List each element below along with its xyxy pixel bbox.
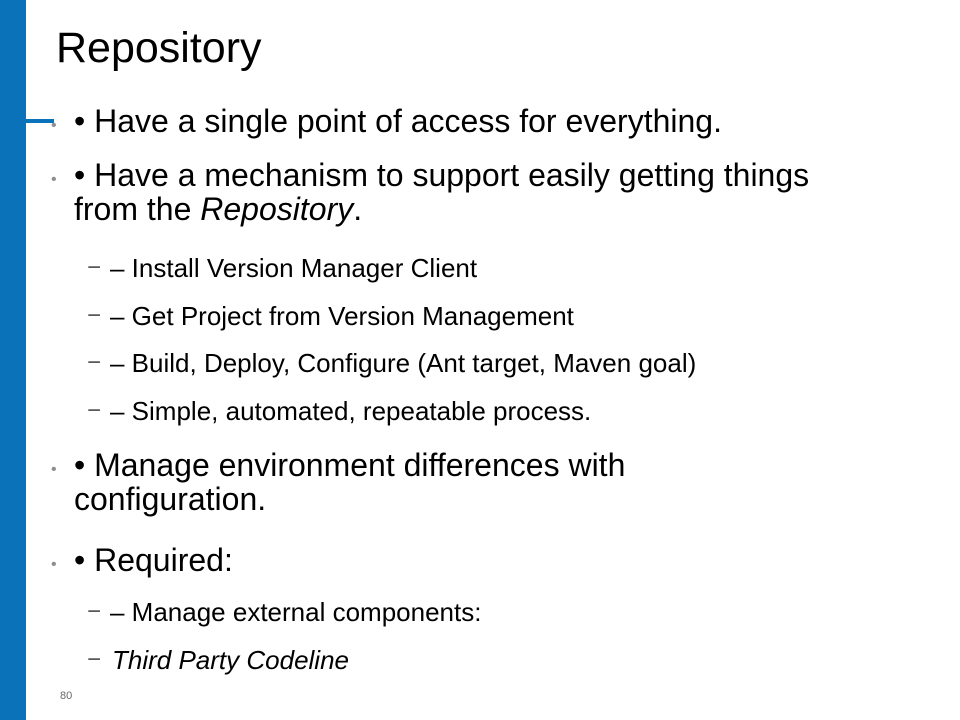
bullet-text-end: . xyxy=(353,191,363,227)
bullet-marker: • xyxy=(51,556,57,573)
dash-marker: − xyxy=(87,646,102,673)
bullet-text: • Manage environment differences with co… xyxy=(74,447,626,517)
sub-bullet-text: – Simple, automated, repeatable process. xyxy=(110,396,592,426)
bullet-text-emphasis: Repository xyxy=(200,191,354,227)
bullet-marker: • xyxy=(51,171,57,188)
bullet-marker: • xyxy=(51,461,57,478)
bullet-text: • Have a mechanism to support easily get… xyxy=(74,158,874,226)
sub-bullet-text: Third Party Codeline xyxy=(112,645,349,675)
dash-marker: − xyxy=(87,302,102,329)
sub-bullet-text: – Manage external components: xyxy=(110,597,482,627)
bullet-text: • Have a single point of access for ever… xyxy=(74,103,722,139)
sub-bullet-text: – Get Project from Version Management xyxy=(110,301,574,331)
title-accent-rule xyxy=(26,119,54,123)
bullet-text: • Required: xyxy=(74,542,233,578)
bullet-text-main: • Have a mechanism to support easily get… xyxy=(74,157,810,227)
sub-bullet-text: – Build, Deploy, Configure (Ant target, … xyxy=(110,348,697,378)
dash-marker: − xyxy=(87,349,102,376)
dash-marker: − xyxy=(87,397,102,424)
dash-marker: − xyxy=(87,598,102,625)
dash-marker: − xyxy=(87,254,102,281)
sub-bullet-text: – Install Version Manager Client xyxy=(110,253,478,283)
left-accent-bar xyxy=(0,0,26,720)
bullet-marker: • xyxy=(51,117,57,134)
slide-title: Repository xyxy=(56,24,262,72)
page-number: 80 xyxy=(60,690,73,702)
